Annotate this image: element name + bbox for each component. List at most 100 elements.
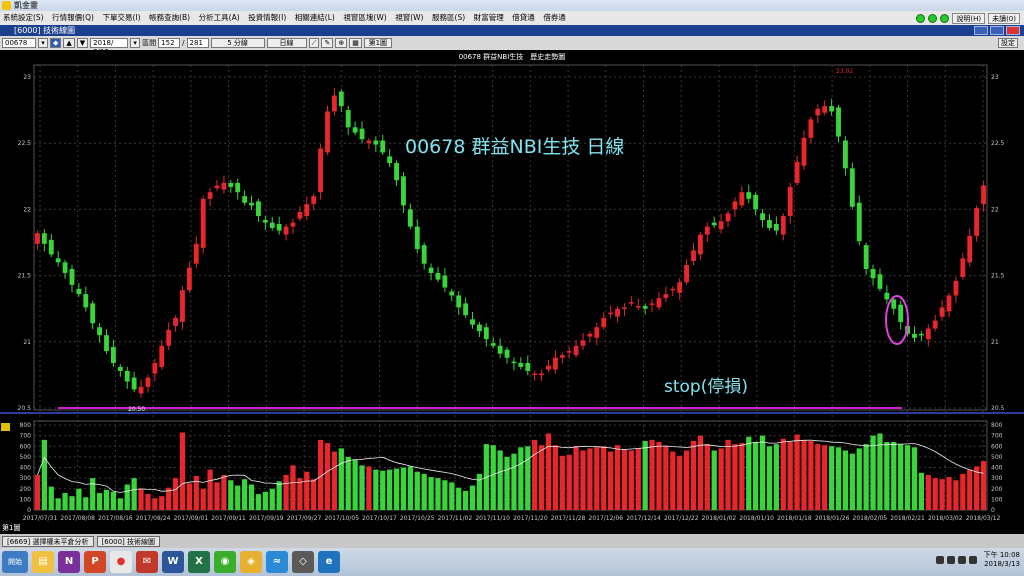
menu-item-account[interactable]: 帳務查詢(B)	[146, 11, 193, 25]
close-icon[interactable]	[1006, 26, 1020, 35]
volume-bar	[290, 465, 296, 510]
ie-browser-icon[interactable]: e	[318, 551, 340, 573]
date-tick-label: 2017/12/14	[626, 515, 661, 522]
unread-button[interactable]: 未讀(0)	[988, 12, 1020, 24]
volume-panel-toggle-icon[interactable]	[1, 423, 10, 431]
minimize-icon[interactable]	[974, 26, 988, 35]
volume-bar	[711, 450, 717, 510]
price-tick-label-left: 22	[23, 206, 31, 213]
draw-tools-icon[interactable]: ✎	[321, 38, 334, 48]
volume-bar	[34, 474, 41, 510]
daily-select[interactable]: 日線	[266, 38, 307, 48]
volume-bar	[911, 447, 918, 510]
menu-item-info[interactable]: 投資情報(I)	[245, 11, 289, 25]
menu-item-window[interactable]: 視窗(W)	[392, 11, 426, 25]
candle-body	[511, 361, 517, 364]
system-clock[interactable]: 下午 10:08 2018/3/13	[984, 551, 1020, 569]
menu-item-quotes[interactable]: 行情報價(Q)	[49, 11, 97, 25]
volume-bar	[904, 445, 911, 510]
down-arrow-icon[interactable]: ▼	[76, 38, 89, 48]
date-tick-label: 2017/08/08	[60, 515, 95, 522]
candle-body	[932, 320, 938, 329]
tab-6000[interactable]: [6000] 技術線圖	[96, 535, 161, 547]
candle-body	[352, 127, 358, 133]
volume-bar	[421, 473, 427, 510]
network-icon[interactable]	[946, 556, 955, 564]
volume-bar	[311, 479, 317, 510]
candle-body	[262, 219, 268, 223]
calendar-dropdown-icon[interactable]: ▾	[130, 38, 141, 48]
volume-bar	[304, 471, 310, 510]
help-icon[interactable]	[935, 556, 944, 564]
menu-item-window-block[interactable]: 視窗區塊(W)	[340, 11, 389, 25]
menu-item-securities-lending[interactable]: 借券通	[540, 11, 569, 25]
candle-body	[981, 185, 986, 205]
volume-bar	[780, 438, 786, 510]
up-arrow-icon[interactable]: ▲	[63, 38, 75, 48]
range-start-input[interactable]: 152	[158, 38, 181, 48]
volume-bar	[525, 446, 531, 510]
volume-bar	[96, 493, 103, 510]
volume-bar	[414, 471, 420, 510]
menu-item-system[interactable]: 系統設定(S)	[0, 11, 47, 25]
menu-item-analysis[interactable]: 分析工具(A)	[196, 11, 243, 25]
symbol-input[interactable]: 00678	[2, 38, 36, 48]
refresh-icon[interactable]: ◆	[50, 38, 62, 48]
mail-icon[interactable]: ✉	[136, 551, 158, 573]
price-tick-label-left: 22.5	[18, 140, 32, 147]
chart-grid-icon[interactable]: ▦	[349, 38, 362, 48]
volume-bar	[76, 488, 82, 510]
zoom-icon[interactable]: ⊕	[335, 38, 348, 48]
date-input[interactable]: 2018/ 3/13	[90, 38, 129, 56]
volume-icon[interactable]	[957, 556, 966, 564]
date-tick-label: 2017/09/19	[249, 515, 284, 522]
chart-page-select[interactable]: 第1圖	[363, 38, 392, 48]
trading-app-icon[interactable]: ◈	[240, 551, 262, 573]
folder-icon[interactable]: ▤	[32, 551, 54, 573]
onenote-icon[interactable]: N	[58, 551, 80, 573]
price-tick-label-right: 22.5	[991, 140, 1005, 147]
word-icon[interactable]: W	[162, 551, 184, 573]
candle-body	[642, 306, 648, 309]
flag-icon[interactable]	[968, 556, 977, 564]
dropdown-arrow-icon[interactable]: ▾	[38, 38, 48, 48]
candle-body	[200, 198, 206, 248]
menu-item-order[interactable]: 下單交易(I)	[99, 11, 143, 25]
menu-item-service[interactable]: 服務區(S)	[429, 11, 468, 25]
period-select[interactable]: 5 分線	[210, 38, 265, 48]
tab-6669[interactable]: [6669] 選擇權未平倉分析	[2, 535, 94, 547]
candle-body	[587, 333, 593, 337]
volume-bar	[980, 461, 987, 510]
powerpoint-icon[interactable]: P	[84, 551, 106, 573]
volume-bar	[200, 488, 206, 510]
chart-area[interactable]: 23 23 22.5 22.5 22 22 21.5 21.5 21 21 20.5 20.5 800 8…	[0, 50, 1024, 534]
candle-body	[760, 213, 765, 220]
volume-bar	[580, 450, 586, 510]
volume-bar	[366, 466, 372, 510]
line-icon[interactable]: ◉	[214, 551, 236, 573]
volume-bar	[670, 451, 676, 510]
settings-button[interactable]: 設定	[998, 38, 1018, 48]
candle-body	[884, 292, 890, 300]
menu-item-wealth[interactable]: 財富管理	[471, 11, 507, 25]
chart-overlay-title: 00678 群益NBI生技 日線	[405, 136, 624, 158]
excel-icon[interactable]: X	[188, 551, 210, 573]
draw-line-icon[interactable]: ⟋	[308, 38, 320, 48]
menu-item-loan[interactable]: 借貸通	[509, 11, 538, 25]
volume-bar	[235, 485, 241, 510]
taskbar: 開始 ▤ N P ● ✉ W X ◉ ◈ ≈ ◇ e 下午 10:08 2018/…	[0, 548, 1024, 576]
maximize-icon[interactable]	[990, 26, 1004, 35]
chrome-icon[interactable]: ●	[110, 551, 132, 573]
candlestick-chart[interactable]: 23 23 22.5 22.5 22 22 21.5 21.5 21 21 20.5 20.5 800 8…	[0, 50, 1024, 534]
candle-body	[925, 328, 931, 340]
candle-body	[235, 182, 241, 193]
candle-body	[767, 219, 772, 228]
menu-item-links[interactable]: 相關連結(L)	[292, 11, 338, 25]
low-price-marker: 20.50	[128, 406, 145, 413]
candle-body	[856, 202, 862, 242]
candle-body	[615, 308, 620, 317]
wave-app-icon[interactable]: ≈	[266, 551, 288, 573]
help-button[interactable]: 說明(H)	[952, 12, 986, 24]
app-icon[interactable]: ◇	[292, 551, 314, 573]
start-button[interactable]: 開始	[2, 551, 28, 573]
